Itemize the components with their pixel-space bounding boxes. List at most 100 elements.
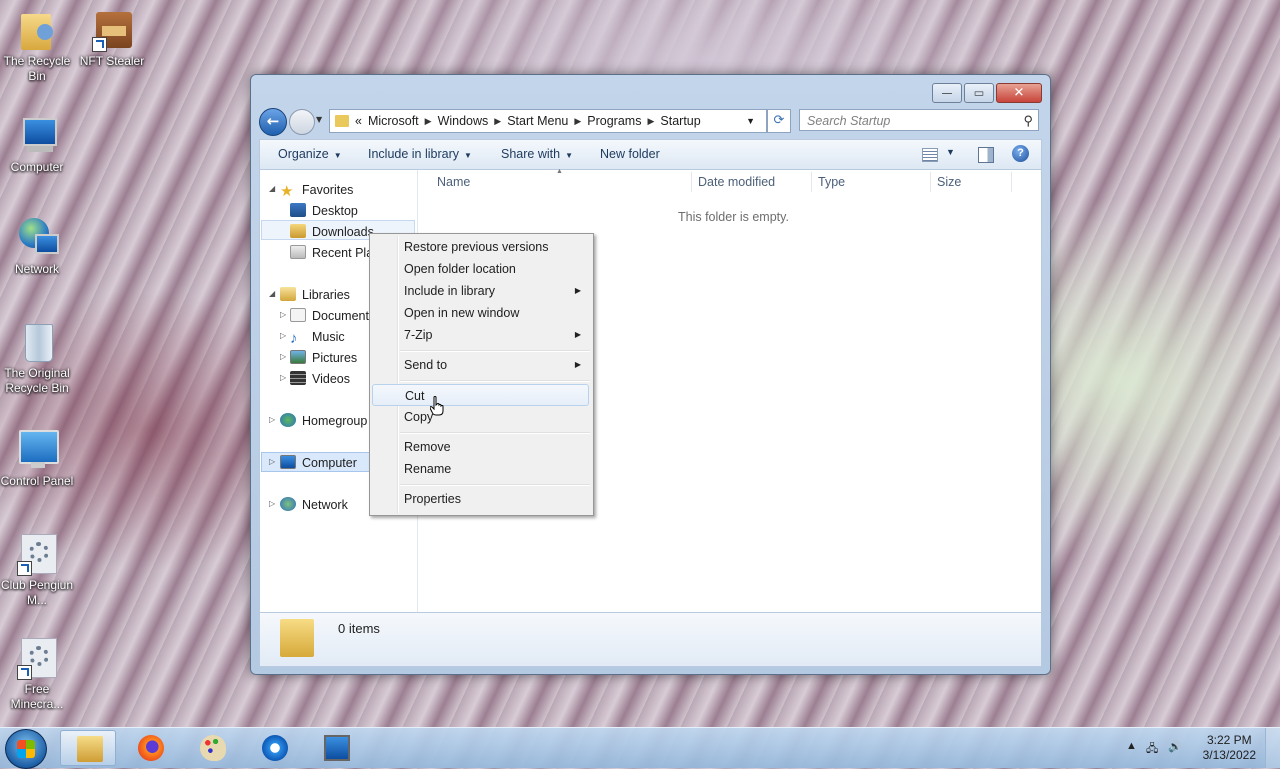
breadcrumb-start-menu[interactable]: Start Menu	[507, 114, 568, 128]
forward-button[interactable]	[289, 109, 315, 135]
address-dropdown-icon[interactable]: ▼	[746, 116, 755, 126]
clock[interactable]: 3:22 PM 3/13/2022	[1203, 733, 1256, 763]
collapsed-arrow-icon[interactable]: ▷	[280, 352, 286, 361]
breadcrumb-microsoft[interactable]: Microsoft	[368, 114, 419, 128]
view-options-dropdown[interactable]: ▼	[946, 147, 955, 157]
taskbar-firefox[interactable]	[122, 730, 178, 766]
menu-item-7zip[interactable]: 7-Zip ▶	[372, 324, 589, 346]
desktop-icon	[290, 203, 306, 217]
volume-icon[interactable]: 🔊	[1168, 740, 1182, 753]
collapsed-arrow-icon[interactable]: ▷	[269, 499, 275, 508]
nav-videos[interactable]: Videos	[290, 369, 350, 389]
column-header-date-modified[interactable]: Date modified	[698, 175, 775, 189]
nav-homegroup[interactable]: Homegroup	[280, 411, 367, 431]
recent-places-icon	[290, 245, 306, 259]
collapsed-arrow-icon[interactable]: ▷	[280, 373, 286, 382]
back-button[interactable]: ←	[259, 108, 287, 136]
collapsed-arrow-icon[interactable]: ▷	[280, 331, 286, 340]
collapsed-arrow-icon[interactable]: ▷	[280, 310, 286, 319]
network-icon	[17, 216, 59, 260]
desktop-icon-nft-stealer[interactable]: NFT Stealer	[75, 8, 149, 69]
breadcrumb-windows[interactable]: Windows	[438, 114, 489, 128]
include-in-library-button[interactable]: Include in library ▼	[368, 147, 472, 161]
breadcrumb-arrow-icon[interactable]: ▶	[425, 116, 432, 127]
column-divider[interactable]	[1011, 172, 1012, 192]
taskbar-remote-desktop[interactable]	[308, 730, 364, 766]
recent-pages-dropdown[interactable]: ▼	[316, 115, 322, 124]
menu-item-label: Restore previous versions	[404, 240, 549, 254]
menu-item-include-in-library[interactable]: Include in library ▶	[372, 280, 589, 302]
desktop-icon-label: Computer	[10, 160, 64, 174]
column-divider[interactable]	[691, 172, 692, 192]
close-button[interactable]: ✕	[996, 83, 1042, 103]
taskbar-paint[interactable]	[184, 730, 240, 766]
address-overflow[interactable]: «	[355, 114, 362, 128]
expanded-arrow-icon[interactable]: ◢	[269, 289, 275, 298]
nav-downloads[interactable]: Downloads	[290, 222, 374, 242]
desktop-icon-free-minecraft[interactable]: Free Minecra...	[0, 636, 74, 712]
desktop-icon-control-panel[interactable]: Control Panel	[0, 428, 74, 489]
details-pane: 0 items	[259, 613, 1042, 667]
preview-pane-icon[interactable]	[978, 147, 994, 163]
back-arrow-icon: ←	[266, 112, 280, 130]
nav-recent-places[interactable]: Recent Plac	[290, 243, 379, 263]
search-input[interactable]: Search Startup ⚲	[799, 109, 1039, 131]
show-desktop-button[interactable]	[1265, 728, 1280, 768]
nav-libraries[interactable]: Libraries	[280, 285, 350, 305]
nav-documents[interactable]: Documents	[290, 306, 375, 326]
menu-item-restore-previous-versions[interactable]: Restore previous versions	[372, 236, 589, 258]
menu-item-open-in-new-window[interactable]: Open in new window	[372, 302, 589, 324]
nav-music[interactable]: ♪ Music	[290, 327, 345, 347]
taskbar-windows-explorer[interactable]	[60, 730, 116, 766]
new-folder-button[interactable]: New folder	[600, 147, 660, 161]
share-with-button[interactable]: Share with ▼	[501, 147, 573, 161]
show-hidden-icons-icon[interactable]: ▲	[1126, 740, 1137, 752]
desktop-icon-network[interactable]: Network	[0, 216, 74, 277]
start-button[interactable]	[5, 729, 47, 769]
menu-item-send-to[interactable]: Send to ▶	[372, 354, 589, 376]
desktop-icon-the-recycle-bin[interactable]: The Recycle Bin	[0, 8, 74, 84]
desktop-icon-label: Club Pengiun M...	[0, 578, 74, 607]
recycle-bin-icon	[17, 320, 57, 364]
column-header-size[interactable]: Size	[937, 175, 961, 189]
menu-item-rename[interactable]: Rename	[372, 458, 589, 480]
column-divider[interactable]	[811, 172, 812, 192]
nav-computer[interactable]: Computer	[280, 453, 357, 473]
taskbar-internet-explorer[interactable]	[246, 730, 302, 766]
breadcrumb-arrow-icon[interactable]: ▶	[647, 116, 654, 127]
collapsed-arrow-icon[interactable]: ▷	[269, 415, 275, 424]
menu-item-cut[interactable]: Cut	[372, 384, 589, 406]
breadcrumb-startup[interactable]: Startup	[660, 114, 700, 128]
menu-item-remove[interactable]: Remove	[372, 436, 589, 458]
breadcrumb-arrow-icon[interactable]: ▶	[494, 116, 501, 127]
maximize-button[interactable]: ▭	[964, 83, 994, 103]
address-bar[interactable]: « Microsoft ▶ Windows ▶ Start Menu ▶ Progra…	[329, 109, 767, 133]
expanded-arrow-icon[interactable]: ◢	[269, 184, 275, 193]
breadcrumb-arrow-icon[interactable]: ▶	[574, 116, 581, 127]
nav-desktop[interactable]: Desktop	[290, 201, 358, 221]
desktop-icon-the-original-recycle-bin[interactable]: The Original Recycle Bin	[0, 320, 74, 396]
menu-item-properties[interactable]: Properties	[372, 488, 589, 510]
desktop-icon-label: Free Minecra...	[10, 682, 64, 711]
menu-item-copy[interactable]: Copy	[372, 406, 589, 428]
nav-network[interactable]: Network	[280, 495, 348, 515]
desktop-icon-club-pengiun[interactable]: Club Pengiun M...	[0, 532, 74, 608]
collapsed-arrow-icon[interactable]: ▷	[269, 457, 275, 466]
column-divider[interactable]	[930, 172, 931, 192]
change-view-icon[interactable]	[922, 148, 938, 162]
menu-item-label: Include in library	[404, 284, 496, 298]
search-icon[interactable]: ⚲	[1023, 110, 1033, 132]
menu-item-open-folder-location[interactable]: Open folder location	[372, 258, 589, 280]
network-status-icon[interactable]: 🖧	[1146, 740, 1158, 759]
organize-button[interactable]: Organize ▼	[278, 147, 342, 161]
breadcrumb-programs[interactable]: Programs	[587, 114, 641, 128]
desktop-icon-computer[interactable]: Computer	[0, 114, 74, 175]
column-header-name[interactable]: Name	[437, 175, 470, 189]
refresh-button[interactable]: ⟳	[767, 109, 791, 133]
minimize-button[interactable]: —	[932, 83, 962, 103]
clock-date: 3/13/2022	[1202, 748, 1256, 762]
nav-pictures[interactable]: Pictures	[290, 348, 357, 368]
nav-favorites[interactable]: ★ Favorites	[280, 180, 353, 200]
help-icon[interactable]: ?	[1012, 145, 1029, 162]
column-header-type[interactable]: Type	[818, 175, 845, 189]
